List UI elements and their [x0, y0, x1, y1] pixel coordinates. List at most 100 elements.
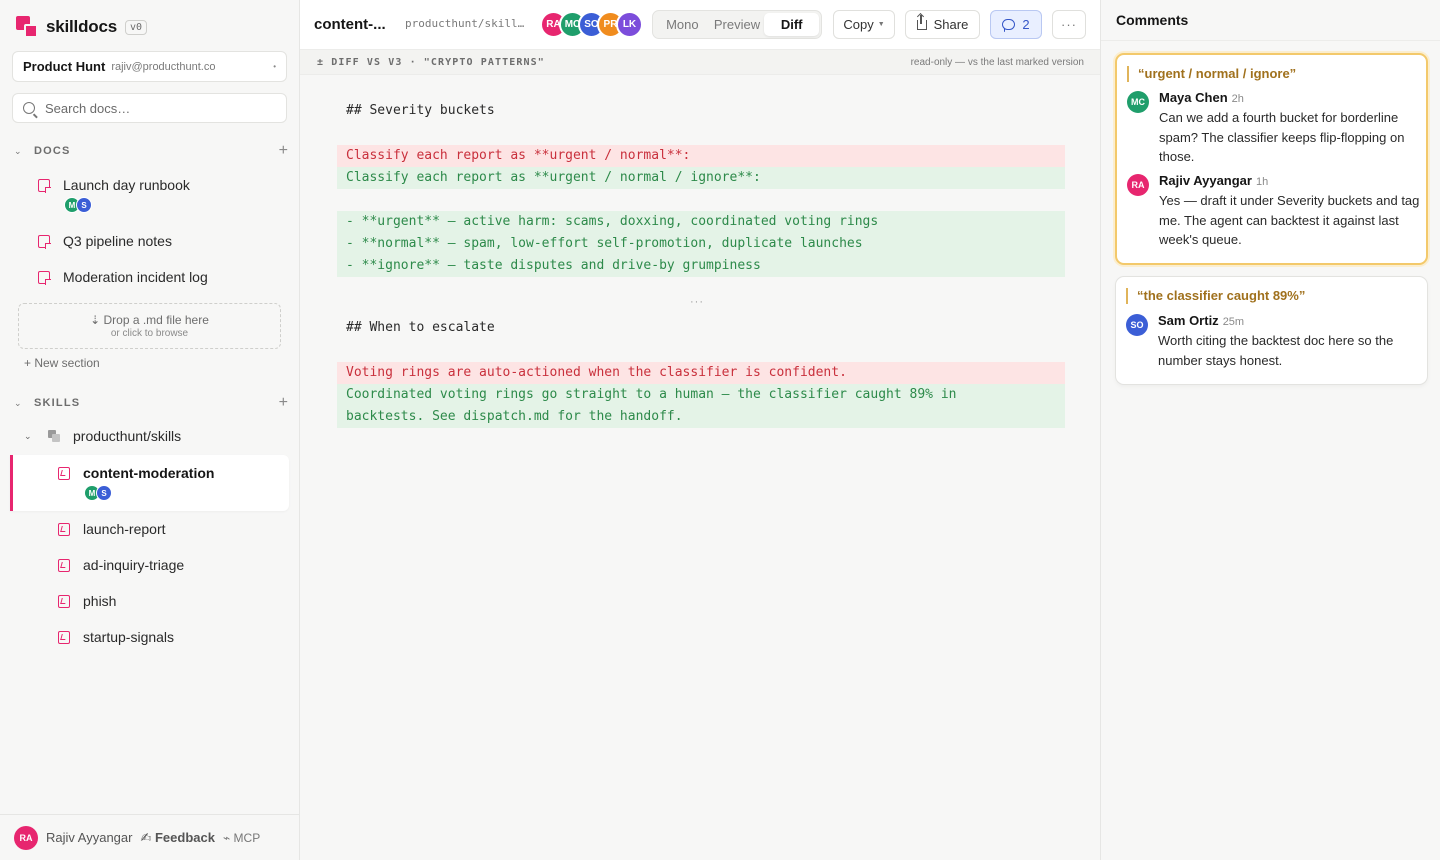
search-input[interactable] — [45, 100, 265, 116]
chevron-down-icon[interactable]: ⌄ — [24, 431, 38, 442]
workspace-switcher[interactable]: Product Hunt rajiv@producthunt.co • — [12, 51, 287, 82]
diff-line-removed: Voting rings are auto-actioned when the … — [337, 362, 1065, 384]
document-icon — [38, 235, 51, 249]
diff-line-added: Coordinated voting rings go straight to … — [337, 384, 1065, 406]
add-doc-button[interactable]: + — [279, 142, 288, 160]
comment-text: Worth citing the backtest doc here so th… — [1158, 333, 1394, 368]
doc-path: producthunt/skills/content-moderation — [405, 17, 530, 30]
share-icon — [916, 14, 927, 30]
doc-collaborators: M S — [64, 197, 92, 213]
avatar[interactable]: LK — [616, 11, 643, 38]
doc-title[interactable]: content-... — [314, 16, 386, 33]
diff-line-added: Classify each report as **urgent / norma… — [337, 167, 1065, 189]
thread-quote: “the classifier caught 89%” — [1126, 288, 1305, 304]
sidebar-doc-q3-pipeline-notes[interactable]: Q3 pipeline notes — [38, 233, 288, 249]
brand[interactable]: skilldocs v0 — [16, 14, 148, 40]
sidebar-skill-ad-inquiry-triage[interactable]: ad-inquiry-triage — [58, 557, 288, 573]
diff-line-added: backtests. See dispatch.md for the hando… — [337, 406, 1065, 428]
diff-gap-marker[interactable]: ··· — [690, 296, 704, 308]
sidebar-skill-content-moderation[interactable]: content-moderation — [58, 465, 288, 481]
diff-line-added: - **normal** — spam, low-effort self-pro… — [337, 233, 1065, 255]
chevron-down-icon[interactable]: ⌄ — [14, 146, 28, 157]
doc-label: Launch day runbook — [63, 177, 190, 193]
document-icon — [38, 271, 51, 285]
comment-text: Can we add a fourth bucket for borderlin… — [1159, 110, 1405, 164]
skills-section-title: SKILLS — [34, 397, 81, 409]
workspace-name: Product Hunt — [23, 59, 106, 74]
user-avatar[interactable]: RA — [14, 825, 38, 850]
docs-section-header[interactable]: ⌄ DOCS + — [14, 142, 288, 160]
thread-quote: “urgent / normal / ignore” — [1127, 66, 1296, 82]
repo-folder[interactable]: ⌄ producthunt/skills — [24, 428, 181, 444]
diff-status: read-only — vs the last marked version — [910, 57, 1084, 68]
mcp-button[interactable]: ⌁ MCP — [223, 831, 260, 845]
avatar: RA — [1127, 174, 1149, 196]
active-skill-highlight — [10, 455, 289, 511]
chevron-down-icon: • — [273, 62, 276, 71]
skills-section-header[interactable]: ⌄ SKILLS + — [14, 394, 288, 412]
sidebar-skill-phish[interactable]: phish — [58, 593, 288, 609]
comment-author: Rajiv Ayyangar — [1159, 173, 1252, 188]
skill-label: startup-signals — [83, 629, 175, 645]
comment-author: Sam Ortiz — [1158, 313, 1219, 328]
diff-line-added: - **ignore** — taste disputes and drive-… — [337, 255, 1065, 277]
skill-label: ad-inquiry-triage — [83, 557, 185, 573]
view-mode-toggle: Mono Preview Diff — [652, 10, 822, 39]
comment-time: 2h — [1231, 93, 1244, 105]
user-name[interactable]: Rajiv Ayyangar — [46, 830, 132, 845]
comments-toggle-button[interactable]: 2 — [990, 10, 1042, 39]
document-icon — [38, 179, 51, 193]
repo-label: producthunt/skills — [73, 428, 182, 444]
copy-button[interactable]: Copy ▼ — [833, 10, 895, 39]
app-name: skilldocs — [46, 17, 117, 36]
diff-header: ± DIFF VS V3 · "CRYPTO PATTERNS" read-on… — [300, 50, 1100, 75]
skill-icon — [58, 467, 70, 480]
comment-text: Yes — draft it under Severity buckets an… — [1159, 193, 1420, 247]
share-button[interactable]: Share — [905, 10, 980, 39]
drop-subtitle: or click to browse — [110, 328, 189, 339]
skill-collaborators: M S — [84, 485, 112, 501]
doc-label: Moderation incident log — [63, 269, 208, 285]
docs-section-title: DOCS — [34, 145, 71, 157]
add-skill-button[interactable]: + — [279, 394, 288, 412]
comment-thread[interactable]: “the classifier caught 89%” SO Sam Ortiz… — [1115, 276, 1428, 385]
sidebar-skill-launch-report[interactable]: launch-report — [58, 521, 288, 537]
comments-title: Comments — [1101, 0, 1440, 41]
avatar: SO — [1126, 314, 1148, 336]
skill-icon — [58, 559, 70, 572]
file-drop-zone[interactable]: ⇣ Drop a .md file here or click to brows… — [18, 303, 281, 349]
avatar: S — [76, 197, 92, 213]
chevron-down-icon[interactable]: ⌄ — [14, 398, 28, 409]
skill-icon — [58, 523, 70, 536]
sidebar: skilldocs v0 Product Hunt rajiv@producth… — [0, 0, 300, 860]
doc-label: Q3 pipeline notes — [63, 233, 172, 249]
skill-label: launch-report — [83, 521, 166, 537]
comment-thread[interactable]: “urgent / normal / ignore” MC Maya Chen 2… — [1115, 53, 1428, 265]
new-section-button[interactable]: + New section — [24, 356, 100, 370]
skill-label: phish — [83, 593, 117, 609]
sidebar-skill-startup-signals[interactable]: startup-signals — [58, 629, 288, 645]
view-mode-diff[interactable]: Diff — [764, 13, 820, 36]
view-mode-preview[interactable]: Preview — [710, 13, 765, 36]
sidebar-doc-moderation-incident-log[interactable]: Moderation incident log — [38, 269, 288, 285]
comment-bubble-icon — [1002, 19, 1016, 30]
skill-icon — [58, 595, 70, 608]
sidebar-footer: RA Rajiv Ayyangar ✍ Feedback ⌁ MCP — [0, 814, 299, 860]
feedback-button[interactable]: ✍ Feedback — [140, 830, 214, 846]
comment: SO Sam Ortiz 25m Worth citing the backtes… — [1126, 312, 1419, 370]
sidebar-doc-launch-day-runbook[interactable]: Launch day runbook — [38, 177, 288, 193]
view-mode-mono[interactable]: Mono — [655, 13, 710, 36]
comment-author: Maya Chen — [1159, 90, 1228, 105]
copy-label: Copy — [843, 17, 874, 32]
comment-count: 2 — [1022, 17, 1030, 32]
comment-time: 25m — [1222, 316, 1245, 328]
diff-line: ## Severity buckets — [346, 103, 495, 118]
share-label: Share — [933, 17, 969, 32]
repo-icon — [48, 429, 61, 443]
diff-line: ## When to escalate — [346, 320, 495, 335]
more-options-button[interactable]: ··· — [1052, 10, 1086, 39]
comment-time: 1h — [1255, 176, 1269, 188]
skilldocs-logo-icon — [16, 16, 38, 38]
main-editor: content-... producthunt/skills/content-m… — [300, 0, 1100, 860]
comments-panel: Comments “urgent / normal / ignore” MC M… — [1100, 0, 1440, 860]
